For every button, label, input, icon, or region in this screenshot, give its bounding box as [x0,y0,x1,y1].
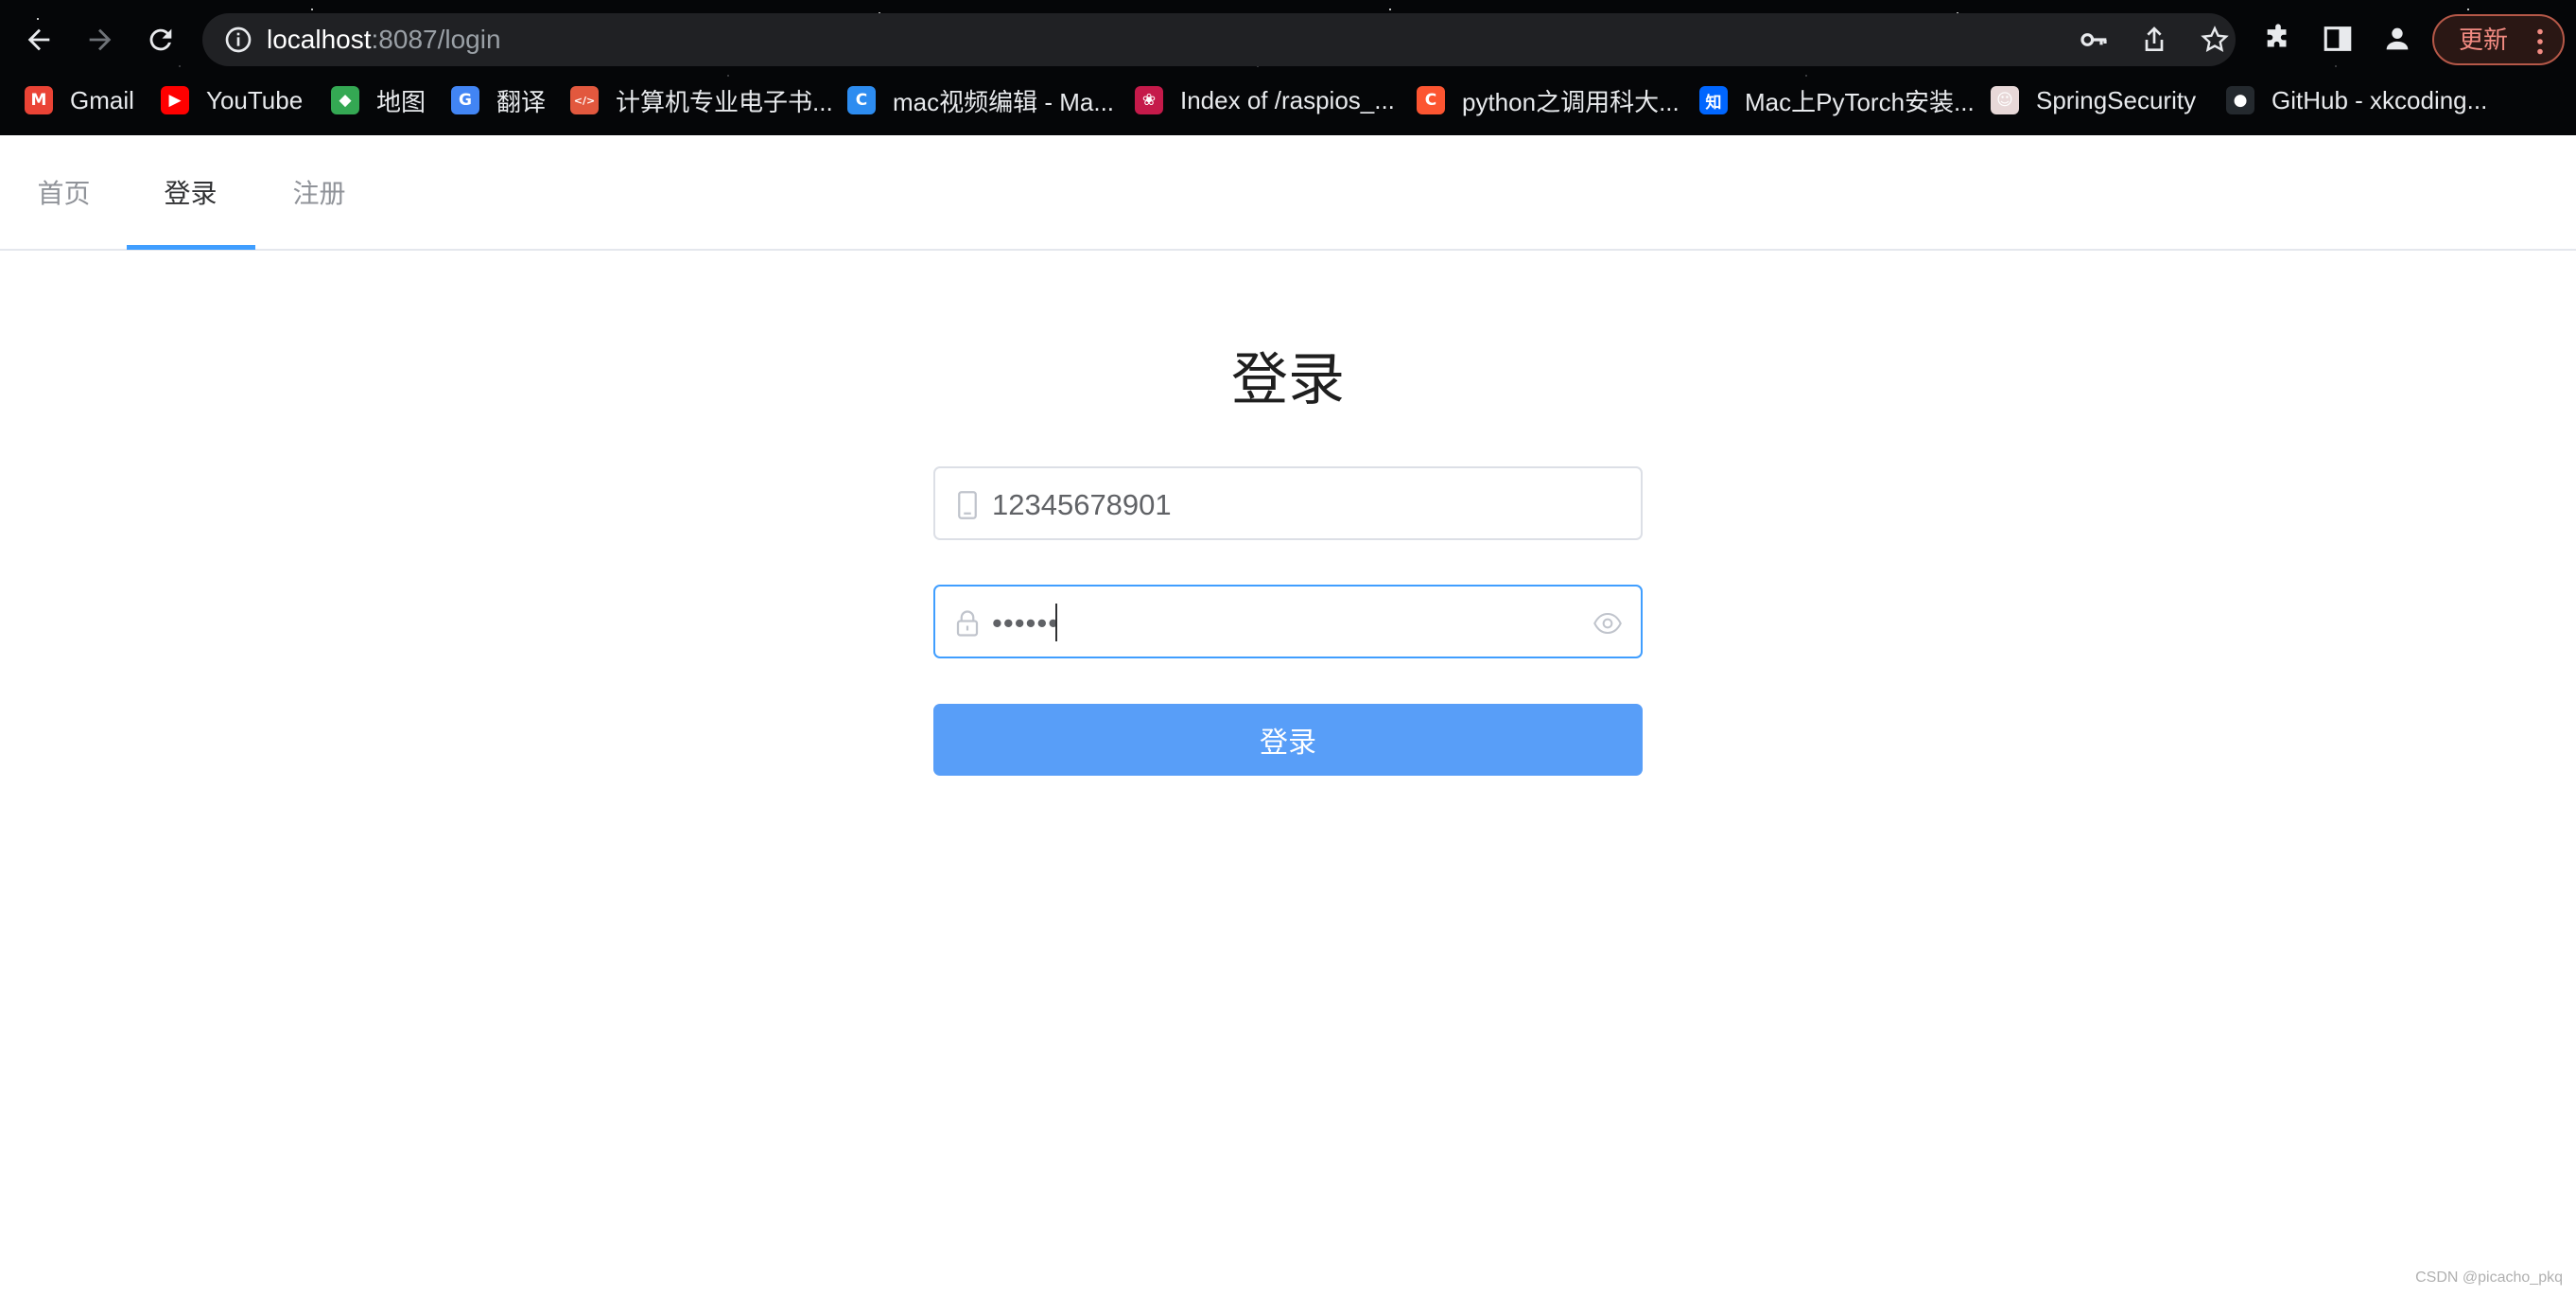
login-button[interactable]: 登录 [933,704,1643,776]
code-icon: </> [570,86,599,114]
github-icon: ● [2226,86,2254,114]
password-field[interactable]: •••••• [933,585,1643,658]
bookmark-item[interactable]: </> 计算机专业电子书... [570,79,833,121]
info-icon[interactable] [223,25,253,55]
active-tab-indicator [127,245,255,250]
bookmark-item[interactable]: 知 Mac上PyTorch安装... [1699,79,1975,121]
extensions-icon[interactable] [2262,23,2294,55]
bookmarks-bar: M Gmail ▶ YouTube ◆ 地图 G 翻译 </> 计算机专业电子书... Cmac视频… [0,79,2576,121]
bookmark-item[interactable]: M Gmail [25,79,134,121]
lock-icon [956,610,979,637]
page: 首页 登录 注册 登录 12345678901 •••••• 登录 CSDN @… [0,135,2576,1296]
password-input[interactable]: •••••• [992,607,1059,639]
arrow-right-icon [89,28,112,51]
tab-home[interactable]: 首页 [0,135,128,249]
browser-toolbar: localhost:8087/login 更新 [0,0,2576,78]
text-caret [1055,604,1057,641]
url-host: localhost [267,25,372,54]
reload-icon [149,28,172,51]
bookmark-label: 翻译 [496,87,547,116]
star-icon[interactable] [2200,25,2230,55]
watermark: CSDN @picacho_pkq [2415,1270,2563,1286]
bookmark-label: GitHub - xkcoding... [2271,85,2488,114]
bookmark-label: YouTube [206,85,304,114]
bookmark-item[interactable]: Cmac视频编辑 - Ma... [847,79,1114,121]
zhihu-icon: 知 [1699,86,1728,114]
login-title: 登录 [1231,347,1345,413]
phone-icon [958,491,977,519]
bookmark-label: 地图 [376,87,426,116]
raspberry-icon: ❀ [1135,86,1163,114]
bookmark-label: SpringSecurity [2036,85,2197,114]
arrow-left-icon [27,28,50,51]
update-button[interactable]: 更新 [2432,14,2565,65]
translate-icon: G [451,86,479,114]
phone-field[interactable]: 12345678901 [933,466,1643,540]
profile-icon[interactable] [2381,23,2413,55]
share-icon[interactable] [2139,25,2169,55]
tab-login[interactable]: 登录 [127,135,254,249]
bookmark-label: mac视频编辑 - Ma... [893,87,1115,116]
bookmark-item[interactable]: G 翻译 [451,79,546,121]
bookmark-item[interactable]: ❀ Index of /raspios_... [1135,79,1395,121]
url-text[interactable]: localhost:8087/login [267,24,501,56]
back-button[interactable] [16,17,61,62]
gmail-icon: M [25,86,53,114]
bookmark-item[interactable]: ☺ SpringSecurity [1991,79,2196,121]
phone-input[interactable]: 12345678901 [992,489,1172,521]
update-label: 更新 [2459,26,2509,55]
browser-chrome: localhost:8087/login 更新 M Gmail ▶ YouTub… [0,0,2576,135]
login-button-label: 登录 [1260,727,1316,760]
bookmark-label: Mac上PyTorch安装... [1745,87,1975,116]
eye-icon[interactable] [1593,611,1622,636]
bookmark-item[interactable]: Cpython之调用科大... [1417,79,1680,121]
top-navigation: 首页 登录 注册 [0,135,2576,251]
forward-button[interactable] [78,17,123,62]
reload-button[interactable] [138,17,183,62]
c-circle-icon: C [847,86,876,114]
bookmark-label: 计算机专业电子书... [616,87,833,116]
key-icon[interactable] [2079,25,2109,55]
bookmark-item[interactable]: ◆ 地图 [331,79,426,121]
url-path: :8087/login [371,25,501,54]
side-panel-icon[interactable] [2322,23,2354,55]
youtube-icon: ▶ [161,86,189,114]
csdn-icon: C [1417,86,1445,114]
bookmark-item[interactable]: ▶ YouTube [161,79,303,121]
bookmark-label: Gmail [70,85,134,114]
avatar-bookmark-icon: ☺ [1991,86,2019,114]
tab-register[interactable]: 注册 [255,135,383,249]
bookmark-label: Index of /raspios_... [1180,85,1395,114]
maps-icon: ◆ [331,86,359,114]
bookmark-item[interactable]: ● GitHub - xkcoding... [2226,79,2487,121]
bookmark-label: python之调用科大... [1462,87,1680,116]
more-vert-icon [2537,28,2543,55]
address-bar[interactable]: localhost:8087/login [202,13,2236,66]
